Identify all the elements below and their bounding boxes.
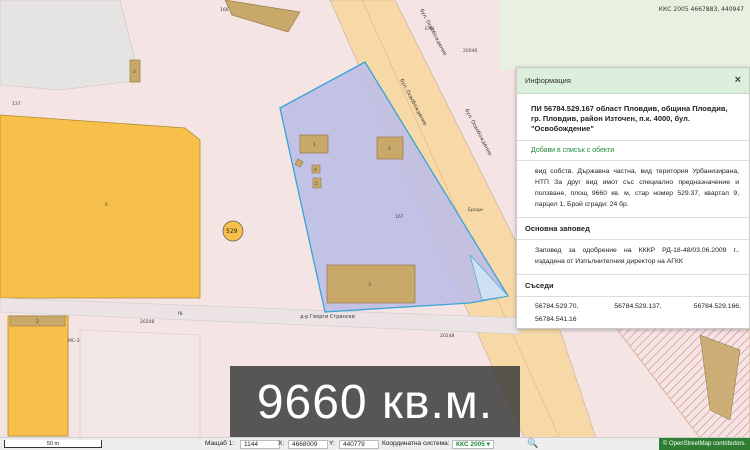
x-label: X: — [278, 440, 285, 447]
neighbor-link[interactable]: 56784.529.137, — [604, 303, 673, 310]
y-value: 440779 — [339, 440, 379, 449]
divider — [517, 160, 749, 162]
order-section-title: Основна заповед — [525, 223, 590, 233]
label-top: 166 — [220, 7, 229, 13]
y-label: Y: — [329, 440, 335, 447]
info-panel: Информация × ПИ 56784.529.167 област Пло… — [516, 67, 750, 329]
label-bottom-left-bldg: 2 — [36, 319, 39, 325]
building-bottom-left — [7, 315, 69, 437]
label-building-4: 4 — [314, 167, 317, 173]
scale-prefix: Мащаб 1: — [205, 440, 235, 447]
status-bar: 50 m Мащаб 1: 1144 X: 4668009 Y: 440779 … — [0, 437, 750, 450]
scale-value[interactable]: 1144 — [240, 440, 280, 449]
parcel-description: вид собств. Държавна частна, вид територ… — [535, 168, 739, 208]
parcel-top-left — [0, 0, 141, 91]
order-text: Заповед за одобрение на КККР РД-18-48/03… — [535, 246, 739, 265]
label-building-5: 5 — [315, 181, 318, 187]
label-f8: f8 — [178, 311, 183, 317]
info-panel-body: ПИ 56784.529.167 област Пловдив, община … — [517, 94, 749, 327]
label-building-1: 1 — [313, 142, 316, 148]
info-panel-title: Информация — [525, 76, 571, 85]
label-road-3: 20046 — [463, 48, 477, 54]
divider — [517, 273, 749, 275]
search-icon[interactable]: 🔍 — [527, 438, 538, 449]
add-to-list-link[interactable]: Добави в списък с обекти — [517, 143, 749, 158]
neighbors-section-title: Съседи — [525, 280, 554, 290]
neighbor-link[interactable]: 56784.541.16 — [535, 316, 604, 323]
area-overlay: 9660 кв.м. — [230, 366, 520, 438]
label-left-parcel: 137 — [12, 101, 21, 107]
crs-label: Координатна система: — [382, 440, 450, 447]
label-road-2: 20248 — [440, 333, 454, 339]
label-road: 20248 — [140, 319, 154, 325]
neighbor-link[interactable]: 56784.529.70, — [535, 303, 604, 310]
neighbor-link[interactable]: 56784.529.166, — [672, 303, 741, 310]
yellow-block — [0, 114, 201, 299]
crs-select[interactable]: ККС 2005 ▾ — [452, 440, 494, 449]
street-label-bottom: д-р Георги Странски — [300, 314, 355, 320]
divider — [517, 238, 749, 240]
parcel-bottom-mid — [79, 329, 201, 439]
close-button[interactable]: × — [735, 75, 741, 86]
building-3[interactable] — [326, 264, 416, 304]
neighbors-list: 56784.529.70, 56784.529.137, 56784.529.1… — [517, 299, 749, 327]
label-ubc: Бреди — [468, 207, 483, 213]
osm-credit[interactable]: © OpenStreetMap contributors. — [658, 438, 750, 450]
label-building-3: 3 — [368, 282, 371, 288]
label-building-2: 2 — [388, 146, 391, 152]
label-main-parcel: 167 — [395, 214, 404, 220]
label-sub: ЕЛК — [425, 26, 435, 32]
label-top-left-bldg: 2 — [133, 69, 136, 75]
divider — [517, 216, 749, 218]
divider — [517, 140, 749, 142]
top-coordinates-readout: ККС 2005 4667883, 440947 — [658, 6, 744, 13]
info-panel-header: Информация × — [517, 68, 749, 94]
scale-bar: 50 m — [4, 440, 102, 448]
label-left-block: 6 — [105, 202, 108, 208]
divider — [517, 295, 749, 297]
x-value: 4668009 — [288, 440, 328, 449]
block-id-label: 529 — [226, 228, 238, 235]
parcel-heading: ПИ 56784.529.167 област Пловдив, община … — [531, 104, 728, 134]
